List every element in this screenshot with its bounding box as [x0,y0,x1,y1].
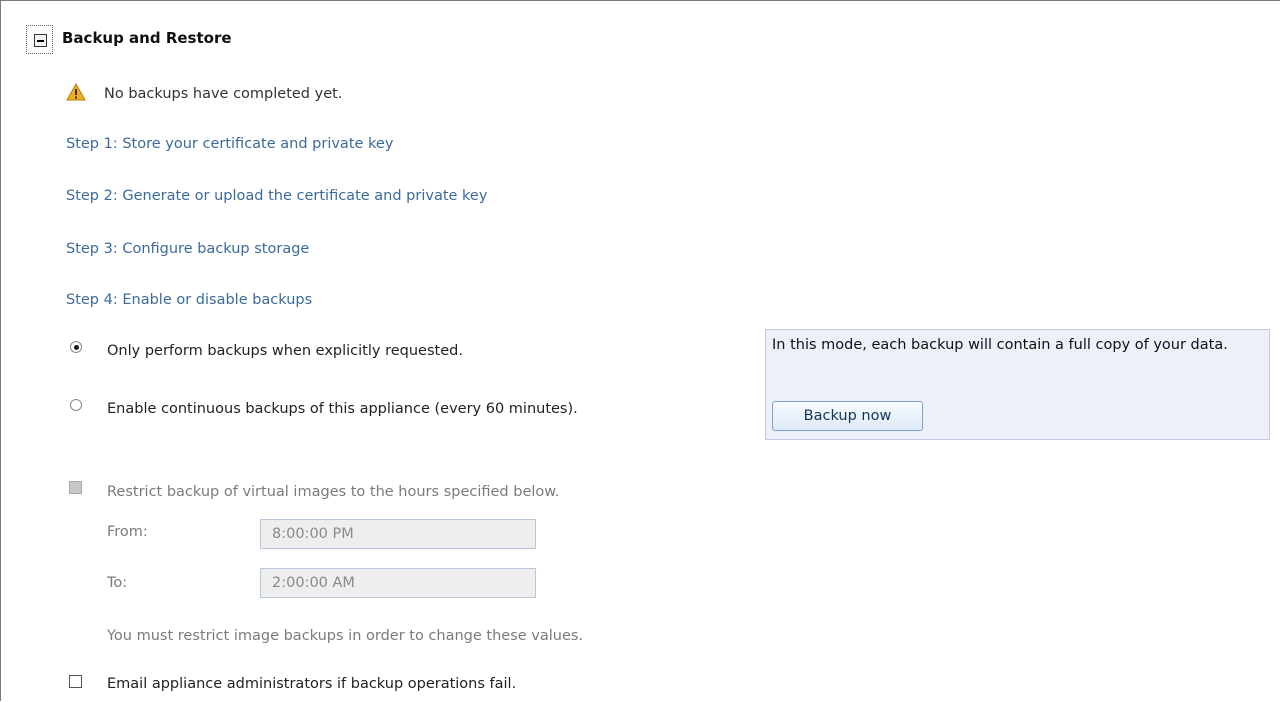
email-admins-label[interactable]: Email appliance administrators if backup… [107,676,516,692]
restrict-hours-checkbox[interactable] [69,481,82,494]
step-3-link[interactable]: Step 3: Configure backup storage [66,241,309,257]
radio-continuous-label[interactable]: Enable continuous backups of this applia… [107,401,578,417]
step-2-link[interactable]: Step 2: Generate or upload the certifica… [66,188,487,204]
from-time-field[interactable] [260,519,536,549]
restrict-hours-label: Restrict backup of virtual images to the… [107,484,560,500]
step-1-link[interactable]: Step 1: Store your certificate and priva… [66,136,393,152]
mode-info-text: In this mode, each backup will contain a… [772,337,1228,353]
radio-on-request-label[interactable]: Only perform backups when explicitly req… [107,343,463,359]
warning-icon [66,83,86,101]
mode-info-panel: In this mode, each backup will contain a… [765,329,1270,440]
from-label: From: [107,524,148,540]
collapse-toggle[interactable] [26,25,53,54]
email-admins-checkbox[interactable] [69,675,82,688]
backup-now-button[interactable]: Backup now [772,401,923,431]
warning-text: No backups have completed yet. [104,86,343,102]
section-title: Backup and Restore [62,29,232,47]
to-label: To: [107,575,128,591]
restrict-note: You must restrict image backups in order… [107,628,584,644]
radio-continuous[interactable] [70,399,82,411]
step-4-link[interactable]: Step 4: Enable or disable backups [66,292,312,308]
radio-on-request[interactable] [70,341,82,353]
collapse-minus-icon[interactable] [34,34,47,47]
to-time-field[interactable] [260,568,536,598]
